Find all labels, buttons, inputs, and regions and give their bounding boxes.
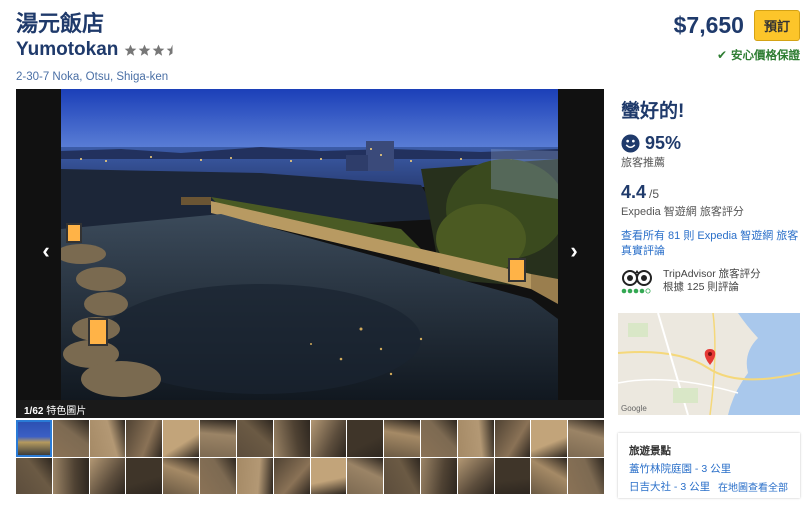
smiley-icon: [621, 134, 640, 153]
thumbnail-strip: [16, 420, 604, 494]
gallery-thumbnail[interactable]: [347, 457, 384, 494]
star-icon: [125, 44, 137, 56]
gallery-thumbnail[interactable]: [494, 420, 531, 457]
gallery-thumbnail[interactable]: [16, 457, 52, 494]
gallery-thumbnail[interactable]: [16, 420, 52, 457]
gallery-thumbnail[interactable]: [457, 457, 494, 494]
recommend-percentage: 95%: [645, 133, 682, 153]
star-icon: [153, 44, 165, 56]
photo-caption-text: 特色圖片: [46, 406, 87, 417]
gallery-thumbnail[interactable]: [52, 420, 89, 457]
gallery-thumbnail[interactable]: [163, 420, 200, 457]
view-on-map-link[interactable]: 在地圖查看全部: [718, 479, 788, 494]
hotel-header: 湯元飯店 Yumotokan 2-30-7 Noka, Otsu, Shiga-…: [16, 12, 180, 83]
location-map[interactable]: Google: [618, 313, 800, 415]
gallery-thumbnail[interactable]: [310, 420, 347, 457]
gallery-thumbnail[interactable]: [494, 457, 531, 494]
previous-photo-arrow-icon[interactable]: ‹: [36, 239, 56, 263]
attraction-item[interactable]: 蓋竹林院庭園 - 3 公里: [629, 461, 790, 476]
gallery-thumbnail[interactable]: [457, 420, 494, 457]
map-graphic: [618, 313, 800, 415]
photo-gallery: ‹ › 1/62 特色圖片: [16, 89, 604, 418]
gallery-thumbnail[interactable]: [236, 420, 273, 457]
nearby-attractions: 旅遊景點 蓋竹林院庭園 - 3 公里 日吉大社 - 3 公里 在地圖查看全部: [618, 433, 800, 498]
star-icon: [139, 44, 151, 56]
gallery-thumbnail[interactable]: [568, 457, 604, 494]
gallery-thumbnail[interactable]: [163, 457, 200, 494]
gallery-thumbnail[interactable]: [273, 457, 310, 494]
gallery-thumbnail[interactable]: [310, 457, 347, 494]
next-photo-arrow-icon[interactable]: ›: [564, 239, 584, 263]
review-headline: 蠻好的!: [621, 101, 685, 122]
tripadvisor-owl-icon: [621, 270, 652, 294]
price-panel: $7,650 預訂 ✔ 安心價格保證: [674, 10, 800, 63]
book-button[interactable]: 預訂: [753, 10, 800, 41]
gallery-thumbnail[interactable]: [126, 457, 163, 494]
hotel-address: 2-30-7 Noka, Otsu, Shiga-ken: [16, 71, 169, 83]
guest-score-max: /5: [649, 187, 660, 201]
gallery-thumbnail[interactable]: [52, 457, 89, 494]
gallery-thumbnail[interactable]: [531, 420, 568, 457]
hotel-name-en: Yumotokan: [16, 39, 119, 60]
gallery-thumbnail[interactable]: [89, 457, 126, 494]
price: $7,650: [673, 12, 744, 38]
photo-caption-bar: 1/62 特色圖片: [16, 400, 604, 418]
review-summary: 蠻好的! 95% 旅客推薦 4.4 /5 Expedia 智遊網 旅客評分 查看…: [621, 96, 806, 294]
guest-score: 4.4: [621, 182, 647, 202]
gallery-thumbnail[interactable]: [347, 420, 384, 457]
check-icon: ✔: [716, 48, 727, 62]
price-guarantee: ✔ 安心價格保證: [674, 47, 800, 63]
photo-caption: 1/62 特色圖片: [24, 402, 86, 417]
gallery-thumbnail[interactable]: [568, 420, 604, 457]
all-reviews-link[interactable]: 查看所有 81 則 Expedia 智遊網 旅客真實評論: [621, 229, 806, 259]
gallery-thumbnail[interactable]: [420, 457, 457, 494]
attractions-title: 旅遊景點: [629, 445, 671, 457]
tripadvisor-label: TripAdvisor 旅客評分: [663, 268, 761, 280]
gallery-thumbnail[interactable]: [384, 420, 420, 457]
gallery-thumbnail[interactable]: [384, 457, 420, 494]
star-rating: [124, 44, 180, 57]
gallery-thumbnail[interactable]: [531, 457, 568, 494]
gallery-thumbnail[interactable]: [89, 420, 126, 457]
gallery-thumbnail[interactable]: [200, 420, 236, 457]
half-star-icon: [167, 44, 173, 56]
recommend-label: 旅客推薦: [621, 157, 665, 169]
guest-score-label: Expedia 智遊網 旅客評分: [621, 206, 744, 218]
gallery-thumbnail[interactable]: [273, 420, 310, 457]
gallery-thumbnail[interactable]: [236, 457, 273, 494]
map-provider: Google: [621, 404, 647, 413]
hotel-name-cn: 湯元飯店: [16, 11, 105, 36]
onsen-night-photo: [61, 89, 558, 400]
gallery-thumbnail[interactable]: [126, 420, 163, 457]
price-guarantee-label: 安心價格保證: [731, 50, 800, 62]
featured-photo[interactable]: [61, 89, 558, 400]
gallery-thumbnail[interactable]: [200, 457, 236, 494]
tripadvisor-count: 根據 125 則評論: [663, 281, 739, 293]
gallery-thumbnail[interactable]: [420, 420, 457, 457]
photo-counter: 1/62: [24, 406, 44, 417]
tripadvisor-rating: TripAdvisor 旅客評分 根據 125 則評論: [621, 268, 806, 294]
